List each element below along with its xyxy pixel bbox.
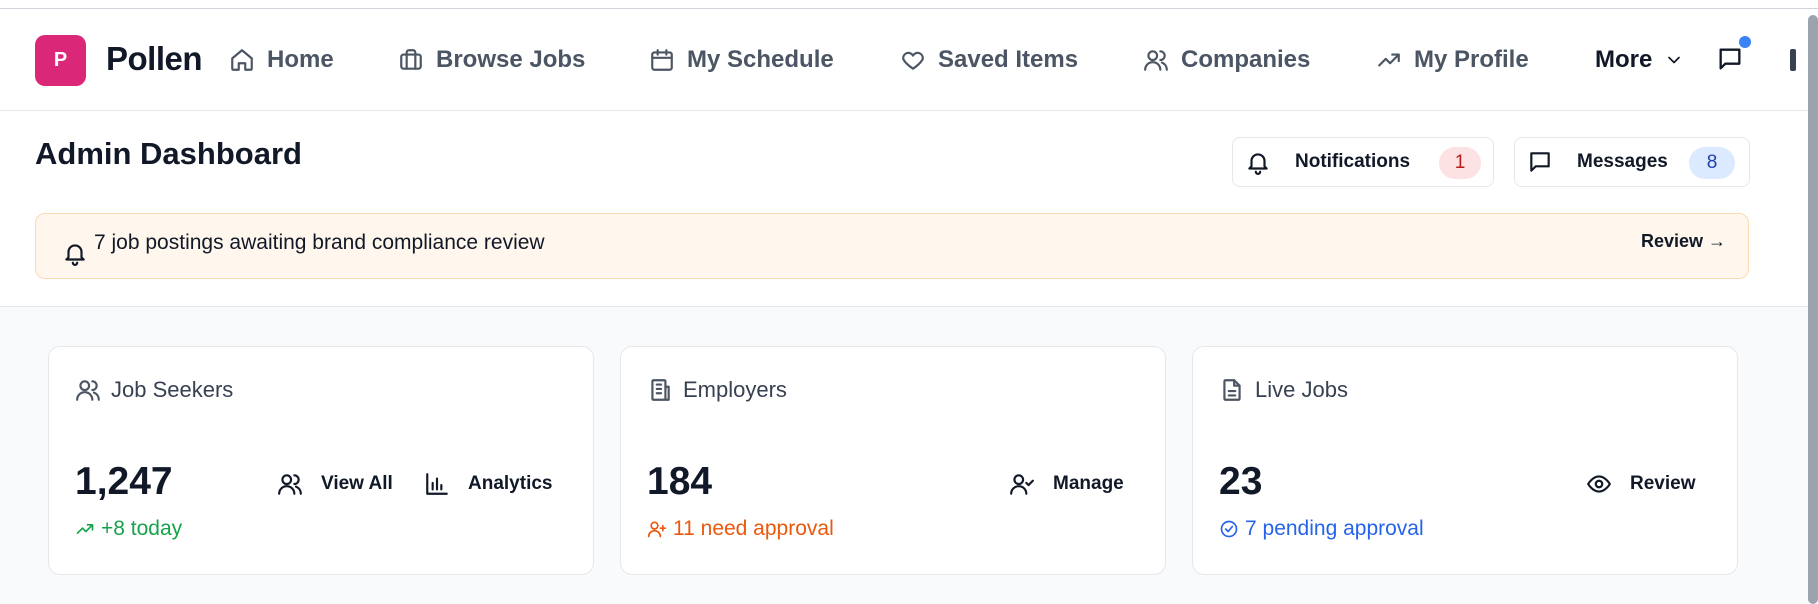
- user-check-icon: [1010, 474, 1034, 495]
- user-plus-icon: [647, 521, 667, 538]
- nav-browse-jobs[interactable]: Browse Jobs: [398, 44, 585, 76]
- card-trend-text: +8 today: [101, 517, 183, 540]
- trending-up-icon: [76, 524, 94, 534]
- building-icon: [651, 379, 670, 401]
- nav-companies-label: Companies: [1181, 46, 1311, 73]
- card-title: Job Seekers: [111, 377, 234, 402]
- check-circle-icon: [1220, 520, 1238, 538]
- nav-saved-items-label: Saved Items: [938, 46, 1079, 73]
- live-jobs-card: Live Jobs 23 7 pending approval Review: [1192, 346, 1738, 575]
- eye-icon: [1587, 475, 1611, 493]
- card-status-text: 11 need approval: [673, 517, 834, 540]
- review-label: Review: [1630, 473, 1696, 494]
- manage-label: Manage: [1053, 473, 1124, 494]
- brand-logo[interactable]: P: [35, 35, 86, 86]
- message-icon: [1530, 152, 1550, 172]
- users-icon: [76, 380, 100, 401]
- stats-section: Job Seekers 1,247 +8 today View All Anal…: [0, 306, 1808, 604]
- card-header: Job Seekers: [75, 377, 233, 403]
- nav-companies[interactable]: Companies: [1143, 44, 1310, 76]
- home-icon: [231, 49, 253, 71]
- card-header: Employers: [647, 377, 787, 403]
- card-title: Live Jobs: [1255, 377, 1348, 402]
- card-status: 7 pending approval: [1219, 517, 1424, 541]
- card-title: Employers: [683, 377, 787, 402]
- nav-my-profile-label: My Profile: [1414, 46, 1529, 73]
- compliance-alert-banner: 7 job postings awaiting brand compliance…: [35, 213, 1749, 279]
- chevron-down-icon: [1668, 56, 1681, 64]
- nav-home-label: Home: [267, 46, 334, 73]
- nav-saved-items[interactable]: Saved Items: [900, 44, 1078, 76]
- users-icon: [278, 474, 302, 495]
- messages-button[interactable]: Messages 8: [1514, 137, 1750, 187]
- card-trend: +8 today: [75, 517, 182, 541]
- nav-browse-jobs-label: Browse Jobs: [436, 46, 586, 73]
- page-title: Admin Dashboard: [35, 136, 302, 171]
- card-value: 23: [1219, 460, 1263, 503]
- notifications-label: Notifications: [1295, 151, 1411, 172]
- card-status: 11 need approval: [647, 517, 834, 541]
- message-icon: [1719, 48, 1741, 70]
- page-scrollbar[interactable]: [1808, 15, 1818, 604]
- alert-review-link[interactable]: Review →: [1641, 231, 1726, 252]
- bell-icon: [1248, 153, 1268, 175]
- nav-more-label: More: [1595, 46, 1653, 73]
- heart-icon: [902, 51, 924, 70]
- analytics-button[interactable]: Analytics: [424, 471, 552, 497]
- manage-button[interactable]: Manage: [1009, 471, 1124, 497]
- trending-up-icon: [1378, 53, 1400, 67]
- messages-label: Messages: [1577, 151, 1668, 172]
- chat-button[interactable]: [1716, 45, 1746, 75]
- card-value: 184: [647, 460, 713, 503]
- view-all-label: View All: [321, 473, 393, 494]
- truncated-icon[interactable]: [1790, 49, 1796, 71]
- bell-icon: [65, 244, 85, 266]
- top-navbar: P Pollen Home Browse Jobs My Schedule Sa…: [0, 9, 1818, 111]
- job-seekers-card: Job Seekers 1,247 +8 today View All Anal…: [48, 346, 594, 575]
- nav-more-dropdown[interactable]: More: [1595, 44, 1684, 76]
- nav-my-schedule-label: My Schedule: [687, 46, 834, 73]
- calendar-icon: [651, 49, 673, 71]
- card-value: 1,247: [75, 460, 173, 503]
- unread-indicator-dot: [1739, 36, 1751, 48]
- analytics-label: Analytics: [468, 473, 553, 494]
- alert-message: 7 job postings awaiting brand compliance…: [94, 231, 545, 254]
- file-text-icon: [1223, 379, 1241, 401]
- review-button[interactable]: Review: [1586, 471, 1695, 497]
- card-status-text: 7 pending approval: [1245, 517, 1424, 540]
- notifications-count-badge: 1: [1439, 147, 1481, 179]
- briefcase-icon: [400, 49, 422, 70]
- nav-my-profile[interactable]: My Profile: [1376, 44, 1529, 76]
- view-all-button[interactable]: View All: [277, 471, 393, 497]
- nav-home[interactable]: Home: [229, 44, 334, 76]
- brand-name[interactable]: Pollen: [106, 40, 203, 78]
- notifications-button[interactable]: Notifications 1: [1232, 137, 1494, 187]
- nav-my-schedule[interactable]: My Schedule: [649, 44, 834, 76]
- bar-chart-icon: [426, 473, 448, 495]
- card-header: Live Jobs: [1219, 377, 1348, 403]
- users-icon: [1144, 50, 1168, 71]
- messages-count-badge: 8: [1689, 147, 1735, 179]
- employers-card: Employers 184 11 need approval Manage: [620, 346, 1166, 575]
